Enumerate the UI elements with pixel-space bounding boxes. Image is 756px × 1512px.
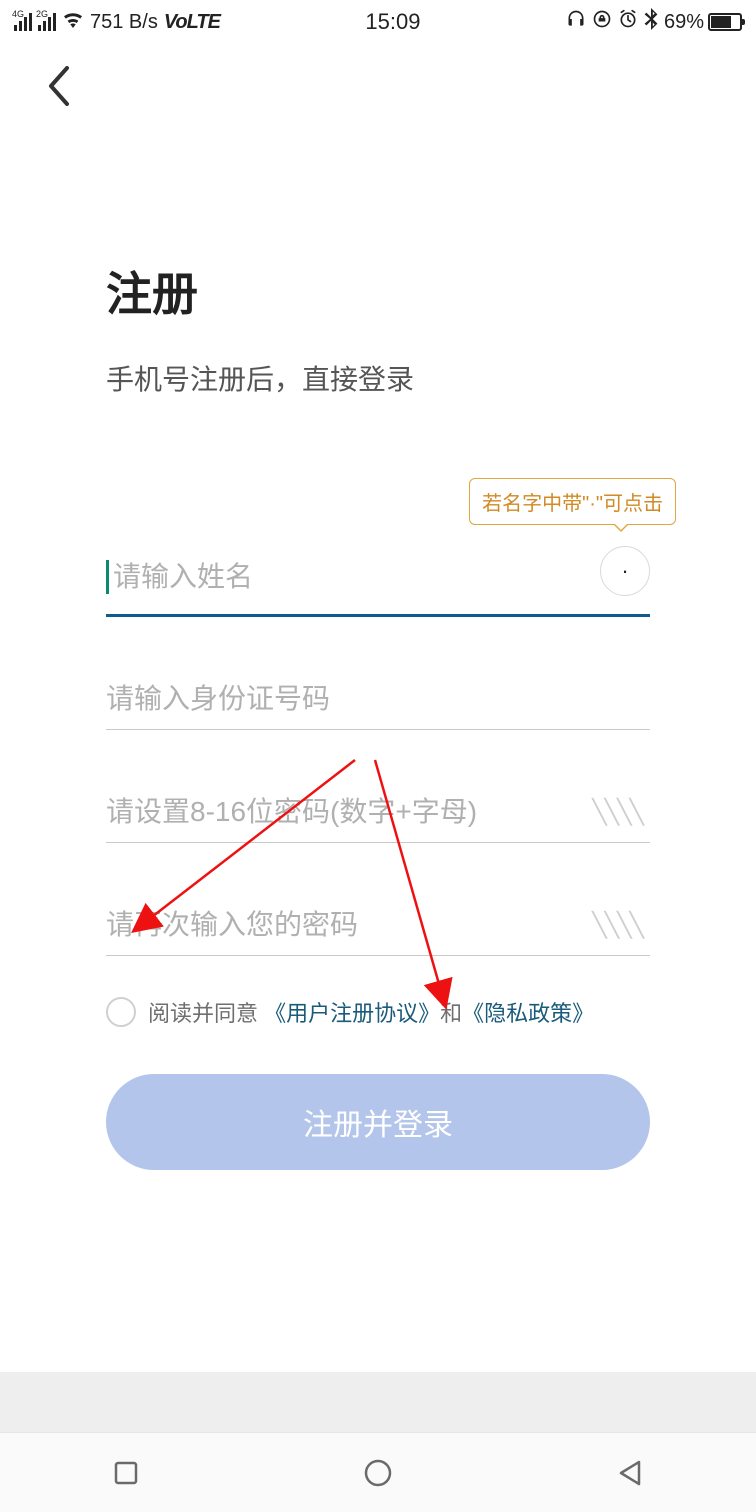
circle-icon	[363, 1458, 393, 1488]
agreement-radio[interactable]	[106, 997, 136, 1027]
battery-icon	[708, 13, 742, 31]
register-login-button[interactable]: 注册并登录	[106, 1074, 650, 1170]
nav-recent-button[interactable]	[108, 1455, 144, 1491]
status-bar: 4G 2G 751 B/s VoLTE 15:09 69%	[0, 0, 756, 44]
square-icon	[113, 1460, 139, 1486]
wifi-icon	[62, 10, 84, 34]
alarm-icon	[618, 9, 638, 35]
gray-strip	[0, 1372, 756, 1432]
battery-percent: 69%	[664, 11, 704, 34]
name-dot-tooltip: 若名字中带"·"可点击	[469, 478, 676, 525]
system-nav-bar	[0, 1432, 756, 1512]
signal-4g-icon: 4G	[14, 13, 32, 31]
volte-label: VoLTE	[164, 11, 220, 34]
battery-indicator: 69%	[664, 11, 742, 34]
page-subtitle: 手机号注册后，直接登录	[106, 358, 650, 398]
clock: 15:09	[365, 9, 420, 35]
headphones-icon	[566, 9, 586, 35]
privacy-policy-link[interactable]: 《隐私政策》	[462, 1001, 594, 1026]
nav-home-button[interactable]	[360, 1455, 396, 1491]
insert-dot-button[interactable]: ·	[600, 546, 650, 596]
eye-closed-icon[interactable]: ╲╲╲╲	[584, 911, 650, 940]
network-speed: 751 B/s	[90, 11, 158, 34]
confirm-password-input[interactable]	[106, 909, 584, 941]
signal-2g-icon: 2G	[38, 13, 56, 31]
chevron-left-icon	[45, 66, 71, 106]
id-field-row	[106, 673, 650, 730]
user-agreement-link[interactable]: 《用户注册协议》	[264, 1001, 440, 1026]
status-left: 4G 2G 751 B/s VoLTE	[14, 10, 220, 34]
name-field-row: ·	[106, 542, 650, 617]
confirm-password-field-row: ╲╲╲╲	[106, 899, 650, 956]
password-field-row: ╲╲╲╲	[106, 786, 650, 843]
status-right: 69%	[566, 8, 742, 36]
eye-closed-icon[interactable]: ╲╲╲╲	[584, 798, 650, 827]
name-input[interactable]	[113, 561, 590, 593]
agreement-prefix: 阅读并同意	[148, 1001, 258, 1026]
agreement-mid: 和	[440, 1001, 462, 1026]
back-button[interactable]	[36, 64, 80, 108]
bluetooth-icon	[644, 8, 658, 36]
agreement-row: 阅读并同意 《用户注册协议》和《隐私政策》	[106, 996, 650, 1028]
rotation-lock-icon	[592, 9, 612, 35]
password-input[interactable]	[106, 796, 584, 828]
text-cursor-icon	[106, 560, 109, 594]
triangle-left-icon	[617, 1459, 643, 1487]
page-title: 注册	[106, 258, 650, 324]
bottom-area	[0, 1372, 756, 1512]
nav-back-button[interactable]	[612, 1455, 648, 1491]
id-input[interactable]	[106, 683, 650, 715]
